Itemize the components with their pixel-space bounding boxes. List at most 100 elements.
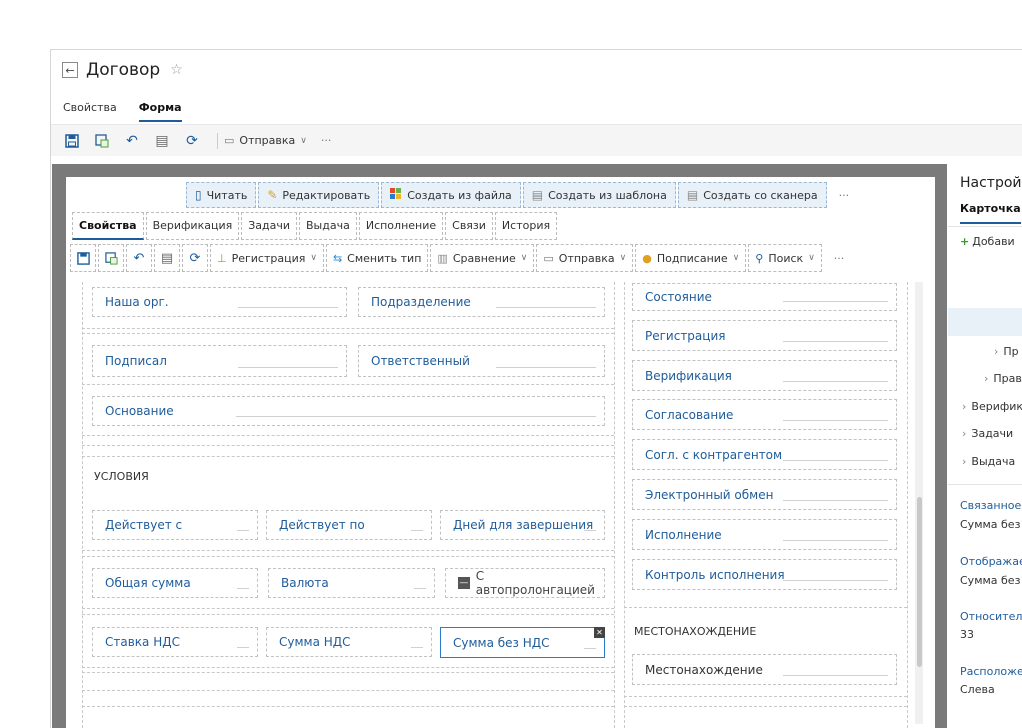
total-sum-field[interactable]: Общая сумма xyxy=(92,568,258,598)
location-field[interactable]: Местонахождение xyxy=(632,654,897,685)
tree-item-5[interactable]: › Выдача xyxy=(962,455,1015,468)
valid-to-field[interactable]: Действует по xyxy=(266,510,432,540)
form-tab-tasks[interactable]: Задачи xyxy=(241,212,298,240)
form-more-button[interactable]: ··· xyxy=(824,244,855,272)
form-copy-icon[interactable]: ▤ xyxy=(154,244,180,272)
create-from-scanner-button[interactable]: ▤ Создать со сканера xyxy=(677,182,827,208)
registration-button[interactable]: ⊥ Регистрация ∨ xyxy=(210,244,324,272)
form-tab-history[interactable]: История xyxy=(494,212,558,240)
more-button[interactable]: ··· xyxy=(321,134,332,147)
form-save-close-icon[interactable] xyxy=(98,244,124,272)
currency-field[interactable]: Валюта xyxy=(268,568,435,598)
send-icon: ▭ xyxy=(543,251,554,265)
save-close-icon[interactable] xyxy=(91,130,113,152)
position-value[interactable]: Слева xyxy=(960,683,995,696)
sum-without-vat-field[interactable]: Сумма без НДС xyxy=(440,627,605,658)
form-save-icon[interactable] xyxy=(70,244,96,272)
send-button[interactable]: ▭ Отправка ∨ xyxy=(224,134,307,147)
relative-value[interactable]: 33 xyxy=(960,628,974,641)
read-button[interactable]: ▯ Читать xyxy=(186,182,257,208)
edit-button[interactable]: ✎ Редактировать xyxy=(258,182,380,208)
column-border xyxy=(614,282,615,728)
change-type-button[interactable]: ⇆ Сменить тип xyxy=(325,244,429,272)
auto-prolong-label: С автопролонгацией xyxy=(475,569,595,597)
create-from-template-button[interactable]: ▤ Создать из шаблона xyxy=(522,182,676,208)
execution-field[interactable]: Исполнение xyxy=(632,519,897,550)
related-label: Связанное xyxy=(960,499,1022,512)
form-tab-verification[interactable]: Верификация xyxy=(145,212,240,240)
create-from-file-button[interactable]: Создать из файла xyxy=(381,182,521,208)
add-button[interactable]: + Добави xyxy=(960,235,1015,248)
execution-label: Исполнение xyxy=(645,527,722,542)
auto-prolong-checkbox[interactable]: — С автопролонгацией xyxy=(445,568,605,598)
electronic-exchange-field[interactable]: Электронный обмен xyxy=(632,479,897,510)
location-header: МЕСТОНАХОЖДЕНИЕ xyxy=(634,625,757,638)
approval-field[interactable]: Согласование xyxy=(632,399,897,430)
sign-button[interactable]: ● Подписание ∨ xyxy=(635,244,747,272)
form-refresh-icon[interactable]: ⟳ xyxy=(182,244,208,272)
divider xyxy=(948,484,1022,485)
tree-item-4[interactable]: › Задачи xyxy=(962,427,1013,440)
stamp-icon: ⊥ xyxy=(217,251,227,265)
row-divider xyxy=(624,696,907,697)
form-undo-icon[interactable]: ↶ xyxy=(126,244,152,272)
settings-tab-card[interactable]: Карточка xyxy=(960,202,1021,224)
form-send-button[interactable]: ▭ Отправка ∨ xyxy=(536,244,634,272)
tree-item-2[interactable]: › Прав xyxy=(984,372,1022,385)
tab-form[interactable]: Форма xyxy=(138,101,182,122)
refresh-icon[interactable]: ⟳ xyxy=(181,130,203,152)
tree-item-3[interactable]: › Верифик xyxy=(962,400,1022,413)
days-to-complete-field[interactable]: Дней для завершения xyxy=(440,510,605,540)
book-icon: ▯ xyxy=(195,188,202,202)
search-button[interactable]: ⚲ Поиск ∨ xyxy=(748,244,822,272)
plus-icon: + xyxy=(960,235,970,248)
selected-node[interactable] xyxy=(948,308,1022,336)
vat-rate-label: Ставка НДС xyxy=(105,635,180,649)
valid-from-field[interactable]: Действует с xyxy=(92,510,258,540)
total-sum-label: Общая сумма xyxy=(105,576,191,590)
row-divider xyxy=(624,706,907,707)
read-label: Читать xyxy=(206,188,248,202)
page-toolbar: ↶ ▤ ⟳ ▭ Отправка ∨ ··· xyxy=(51,124,1022,156)
signed-field[interactable]: Подписал xyxy=(92,345,347,377)
undo-icon[interactable]: ↶ xyxy=(121,130,143,152)
valid-to-label: Действует по xyxy=(279,518,365,532)
row-divider xyxy=(82,435,614,436)
column-border xyxy=(82,282,83,728)
form-tab-links[interactable]: Связи xyxy=(445,212,493,240)
search-icon: ⚲ xyxy=(755,251,764,265)
tab-properties[interactable]: Свойства xyxy=(63,101,117,122)
registration-field[interactable]: Регистрация xyxy=(632,320,897,351)
position-label: Расположе xyxy=(960,665,1022,678)
page-tabs: Свойства Форма xyxy=(63,101,204,122)
state-field[interactable]: Состояние xyxy=(632,283,897,311)
department-field[interactable]: Подразделение xyxy=(358,287,605,317)
responsible-field[interactable]: Ответственный xyxy=(358,345,605,377)
execution-control-field[interactable]: Контроль исполнения xyxy=(632,559,897,590)
star-icon[interactable]: ☆ xyxy=(170,62,183,78)
row-divider xyxy=(82,456,614,457)
back-icon[interactable]: ← xyxy=(62,62,78,78)
our-org-field[interactable]: Наша орг. xyxy=(92,287,347,317)
tree-item-1[interactable]: › Пр xyxy=(994,345,1019,358)
display-value[interactable]: Сумма без xyxy=(960,574,1020,587)
form-tab-properties[interactable]: Свойства xyxy=(72,212,144,240)
save-icon[interactable] xyxy=(61,130,83,152)
scrollbar-thumb[interactable] xyxy=(917,497,922,667)
form-tab-issue[interactable]: Выдача xyxy=(299,212,357,240)
vat-sum-field[interactable]: Сумма НДС xyxy=(266,627,432,657)
counterparty-approval-field[interactable]: Согл. с контрагентом xyxy=(632,439,897,470)
copy-icon[interactable]: ▤ xyxy=(151,130,173,152)
group-more-button[interactable]: ··· xyxy=(829,182,860,208)
form-tab-execution[interactable]: Исполнение xyxy=(358,212,444,240)
basis-field[interactable]: Основание xyxy=(92,396,605,426)
chevron-down-icon: ∨ xyxy=(300,135,307,146)
send-label: Отправка xyxy=(239,134,296,147)
compare-button[interactable]: ▥ Сравнение ∨ xyxy=(430,244,535,272)
close-icon[interactable]: ✕ xyxy=(594,627,605,638)
verification-field[interactable]: Верификация xyxy=(632,360,897,391)
days-to-complete-label: Дней для завершения xyxy=(453,518,594,532)
vat-rate-field[interactable]: Ставка НДС xyxy=(92,627,258,657)
conditions-header: УСЛОВИЯ xyxy=(94,470,149,483)
related-value[interactable]: Сумма без xyxy=(960,518,1020,531)
